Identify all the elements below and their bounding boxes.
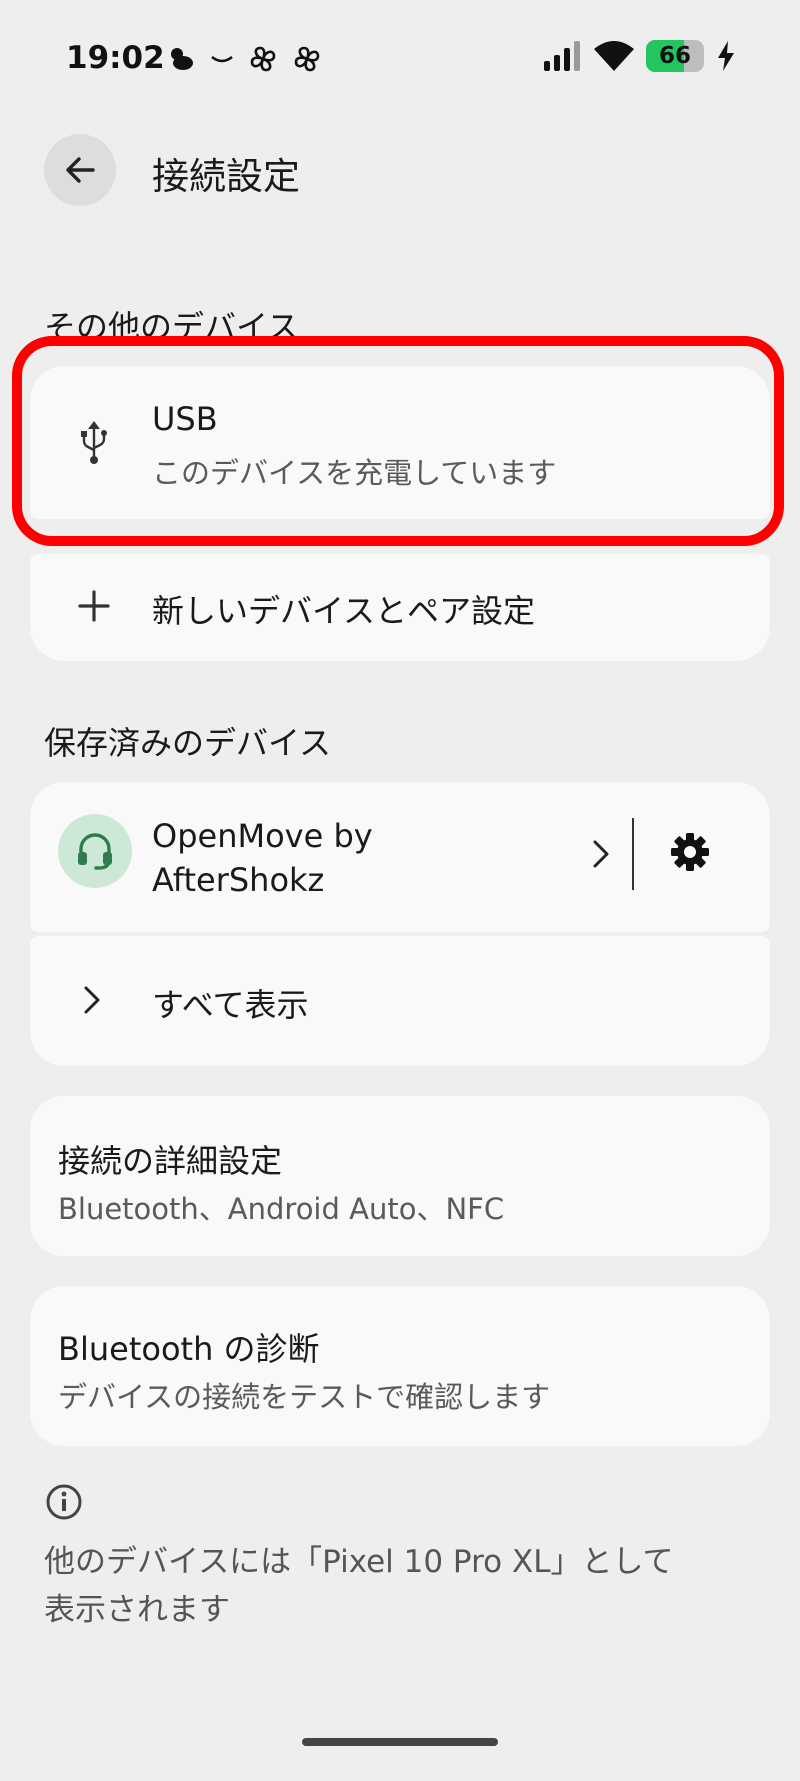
pair-new-device-label: 新しいデバイスとペア設定 (152, 592, 536, 630)
fan-icon (294, 46, 320, 72)
chevron-right-icon (593, 840, 609, 868)
plus-icon (78, 590, 110, 622)
saved-devices-heading: 保存済みのデバイス (44, 724, 332, 762)
advanced-settings-title: 接続の詳細設定 (58, 1142, 283, 1180)
charging-bolt-icon (718, 41, 734, 71)
pair-new-device-button[interactable]: 新しいデバイスとペア設定 (30, 554, 770, 661)
status-time: 19:02 (66, 40, 165, 76)
battery-level: 66 (658, 43, 691, 69)
device-name-info-line1: 他のデバイスには「Pixel 10 Pro XL」として (44, 1544, 674, 1580)
device-settings-button[interactable] (668, 830, 712, 874)
fan-icon (250, 46, 276, 72)
back-button[interactable] (44, 134, 116, 206)
show-all-label: すべて表示 (152, 986, 309, 1024)
arrow-left-icon (66, 157, 95, 183)
page-title: 接続設定 (152, 155, 300, 198)
bluetooth-diagnostics-item[interactable]: Bluetooth の診断 デバイスの接続をテストで確認します (30, 1286, 770, 1446)
device-name: OpenMove by AfterShokz (152, 814, 373, 902)
settings-page: 19:02 66 接続設定 その他のデバイス USB このデバイスを充電していま… (0, 0, 800, 1781)
highlight-outline (12, 336, 784, 546)
divider (632, 818, 634, 890)
system-icons: 66 (542, 40, 736, 72)
chevron-right-icon (84, 986, 100, 1014)
device-name-info: 他のデバイスには「Pixel 10 Pro XL」として 表示されます (44, 1538, 744, 1634)
battery-icon: 66 (646, 40, 704, 72)
advanced-settings-item[interactable]: 接続の詳細設定 Bluetooth、Android Auto、NFC (30, 1096, 770, 1256)
device-name-info-line2: 表示されます (44, 1592, 230, 1628)
show-all-button[interactable]: すべて表示 (30, 936, 770, 1066)
saved-device-item[interactable]: OpenMove by AfterShokz (30, 782, 770, 932)
gear-icon (671, 833, 709, 871)
home-indicator[interactable] (302, 1738, 498, 1746)
signal-icon (544, 41, 580, 71)
device-name-line2: AfterShokz (152, 861, 325, 899)
device-avatar (58, 814, 132, 888)
bluetooth-diagnostics-title: Bluetooth の診断 (58, 1330, 320, 1368)
headset-icon (78, 833, 112, 870)
wifi-icon (594, 41, 634, 71)
advanced-settings-subtitle: Bluetooth、Android Auto、NFC (58, 1192, 505, 1226)
notification-icons (166, 44, 322, 74)
device-name-line1: OpenMove by (152, 817, 373, 855)
bluetooth-diagnostics-subtitle: デバイスの接続をテストで確認します (58, 1380, 551, 1414)
info-icon (46, 1484, 82, 1520)
status-bar: 19:02 66 (0, 0, 800, 120)
minus-icon (211, 55, 233, 63)
weather-icon (171, 48, 193, 70)
